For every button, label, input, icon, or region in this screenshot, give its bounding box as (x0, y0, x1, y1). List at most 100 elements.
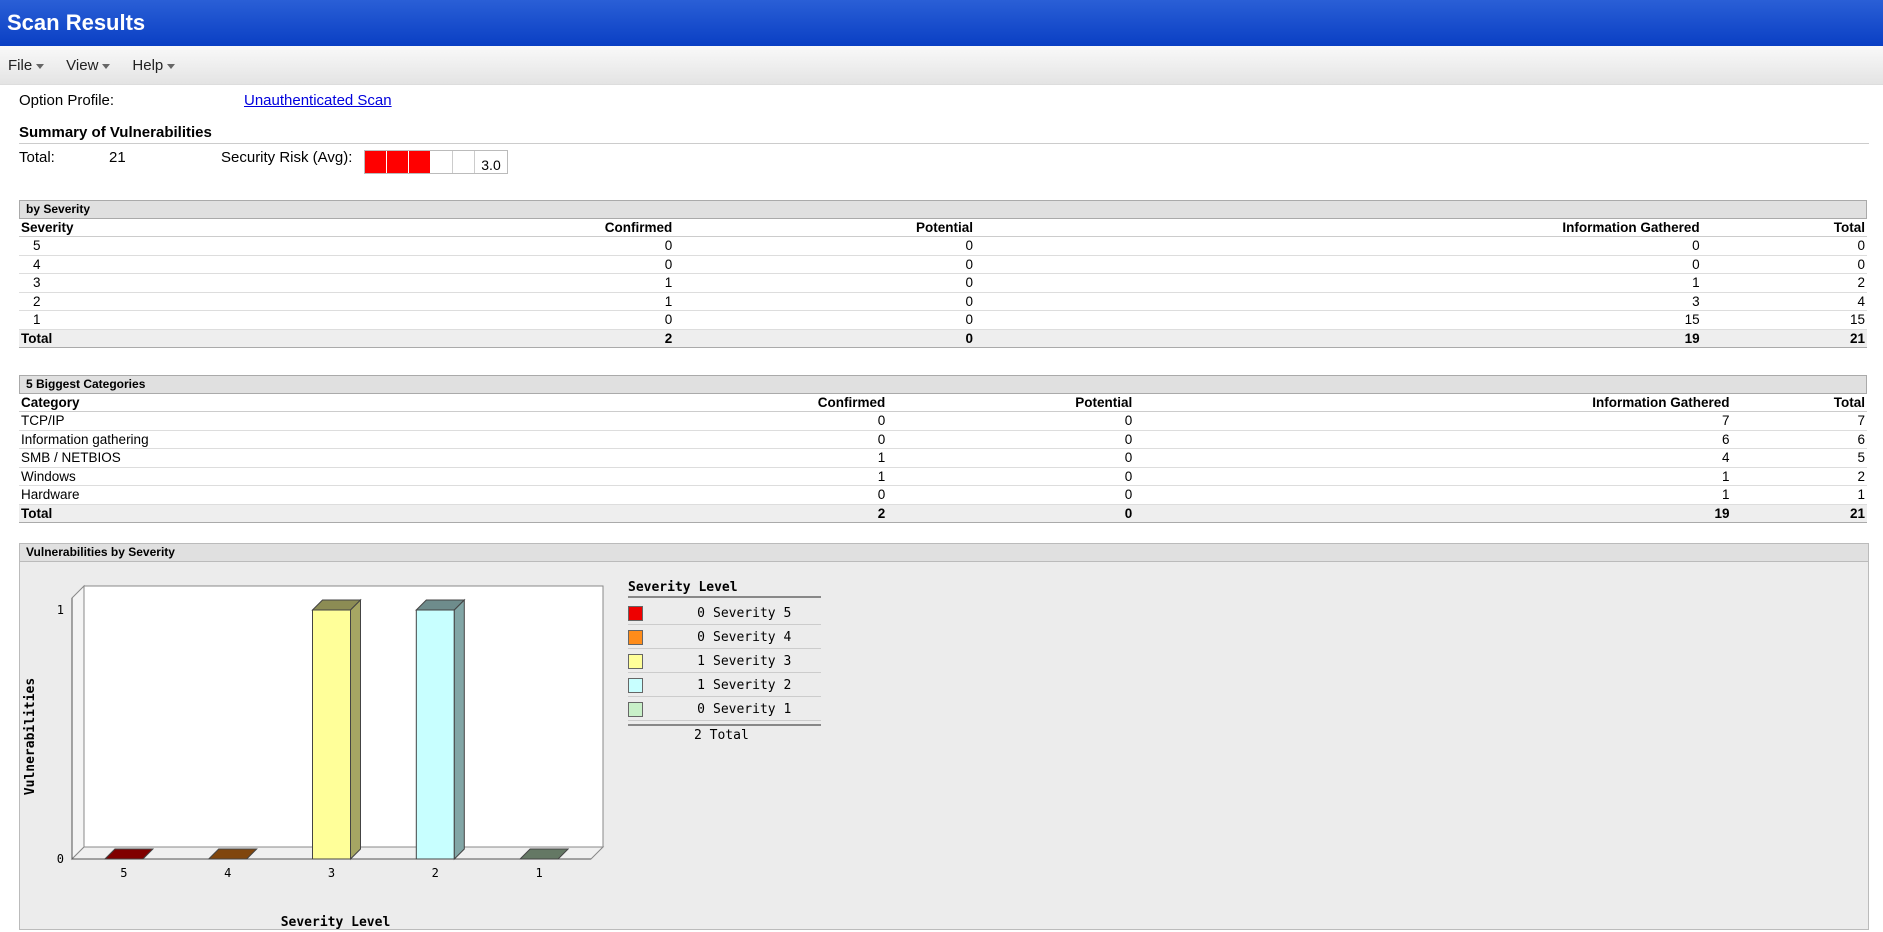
table-cell: 0 (218, 485, 888, 505)
column-header: Total (1731, 394, 1867, 412)
chevron-down-icon (36, 63, 45, 69)
menu-file-label: File (8, 56, 33, 74)
table-cell: 1 (975, 273, 1702, 293)
categories-table: Category Confirmed Potential Information Ga… (19, 394, 1867, 523)
table-row: 50000 (19, 236, 1867, 256)
table-cell: 6 (1134, 430, 1732, 449)
total-cell: 0 (887, 504, 1135, 523)
bar-front (415, 609, 455, 860)
total-cell: Total (19, 504, 219, 523)
menu-help[interactable]: Help (132, 56, 176, 74)
menu-help-label: Help (132, 56, 164, 74)
legend-count: 1 (697, 677, 705, 693)
table-cell: 5 (19, 236, 169, 256)
bar-front (312, 609, 351, 860)
categories-section: 5 Biggest Categories Category Confirmed Po… (19, 375, 1867, 523)
table-cell: 0 (674, 310, 976, 330)
plot-side-wall (71, 584, 85, 861)
table-cell: 0 (887, 485, 1135, 505)
menu-view[interactable]: View (66, 57, 111, 74)
x-tick-label: 3 (328, 866, 335, 880)
legend-item: 0 Severity 1 (628, 698, 821, 721)
table-cell: 1 (1731, 485, 1867, 505)
security-risk-label: Security Risk (Avg): (221, 149, 353, 166)
total-cell: 21 (1731, 504, 1867, 523)
column-header: Confirmed (168, 219, 675, 237)
bar-side (350, 598, 361, 861)
chevron-down-icon (167, 63, 176, 69)
severity-bar-chart: 0 1 5 4 3 2 1 Severity Level Vulnerabilities (23, 584, 605, 930)
table-cell: 0 (168, 236, 675, 256)
table-cell: 6 (1731, 430, 1867, 449)
table-cell: Windows (19, 467, 219, 486)
table-cell: 0 (218, 430, 888, 449)
column-header: Confirmed (218, 394, 888, 412)
table-row: 21034 (19, 292, 1867, 311)
column-header: Total (1701, 219, 1867, 237)
table-cell: 7 (1134, 411, 1732, 431)
legend-count: 0 (697, 701, 705, 717)
table-cell: 0 (1701, 236, 1867, 256)
total-cell: 19 (1134, 504, 1732, 523)
summary-title: Summary of Vulnerabilities (19, 124, 1869, 144)
legend-item: 1 Severity 2 (628, 674, 821, 697)
legend-item: 0 Severity 4 (628, 626, 821, 649)
risk-cell (431, 151, 453, 173)
table-cell: Information gathering (19, 430, 219, 449)
menu-file[interactable]: File (8, 56, 45, 74)
security-risk-value: 3.0 (481, 157, 501, 173)
risk-cell (453, 151, 475, 173)
table-cell: 0 (168, 255, 675, 274)
bar-side (453, 598, 465, 861)
legend-label: Severity 5 (713, 605, 792, 621)
legend-total-row: 2 Total (628, 724, 821, 743)
table-cell: 1 (19, 310, 169, 330)
table-cell: 0 (674, 273, 976, 293)
x-tick-label: 2 (432, 866, 439, 880)
by-severity-section: by Severity Severity Confirmed Potential In… (19, 200, 1867, 348)
table-cell: 7 (1731, 411, 1867, 431)
option-profile-link[interactable]: Unauthenticated Scan (244, 92, 392, 109)
risk-cell (365, 151, 387, 173)
x-axis-title: Severity Level (281, 915, 391, 930)
total-cell: 2 (218, 504, 888, 523)
table-cell: 0 (1701, 255, 1867, 274)
total-row: Total 2 0 19 21 (19, 504, 1867, 523)
chevron-down-icon (102, 63, 111, 69)
table-cell: 0 (218, 411, 888, 431)
table-cell: 0 (887, 411, 1135, 431)
table-row: TCP/IP 0 0 7 7 (19, 411, 1867, 431)
table-cell: 4 (1134, 448, 1732, 468)
risk-cell (387, 151, 409, 173)
table-cell: 1 (168, 292, 675, 311)
column-header: Severity (19, 219, 169, 237)
table-row: Information gathering 0 0 6 6 (19, 430, 1867, 449)
legend-title: Severity Level (628, 580, 821, 598)
table-cell: 0 (887, 448, 1135, 468)
table-cell: 1 (218, 467, 888, 486)
table-cell: 0 (674, 236, 976, 256)
menu-bar: File View Help (0, 46, 1883, 85)
option-profile-label: Option Profile: (19, 92, 115, 109)
table-cell: 15 (975, 310, 1702, 330)
legend-total: 2 Total (694, 728, 749, 743)
risk-cell (409, 151, 431, 173)
total-value: 21 (109, 149, 126, 166)
legend-item: 0 Severity 5 (628, 602, 821, 625)
table-cell: 2 (1701, 273, 1867, 293)
legend-label: Severity 3 (713, 653, 792, 669)
table-row: SMB / NETBIOS 1 0 4 5 (19, 448, 1867, 468)
y-axis-title: Vulnerabilities (23, 678, 38, 795)
table-cell: 4 (1701, 292, 1867, 311)
security-risk-meter: 3.0 (364, 150, 508, 174)
total-row: Total 2 0 19 21 (19, 329, 1867, 348)
by-severity-table: Severity Confirmed Potential Information Ga… (19, 219, 1867, 348)
table-cell: 0 (887, 430, 1135, 449)
legend-label: Severity 1 (713, 701, 792, 717)
table-cell: 3 (19, 273, 169, 293)
table-row: Hardware 0 0 1 1 (19, 485, 1867, 505)
categories-header: 5 Biggest Categories (19, 375, 1867, 394)
table-cell: 0 (674, 292, 976, 311)
table-cell: TCP/IP (19, 411, 219, 431)
table-row: Windows 1 0 1 2 (19, 467, 1867, 486)
